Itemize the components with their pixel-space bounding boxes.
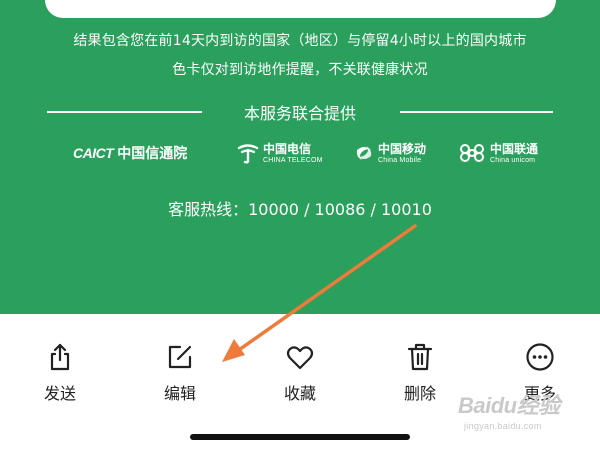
unicom-cn-name: 中国联通 bbox=[490, 141, 539, 156]
delete-label: 删除 bbox=[403, 384, 436, 403]
delete-button[interactable]: 删除 bbox=[380, 342, 460, 404]
watermark-sub-text: jingyan.baidu.com bbox=[464, 421, 542, 431]
more-options-icon bbox=[525, 342, 555, 372]
favorite-button[interactable]: 收藏 bbox=[260, 342, 340, 404]
itinerary-card-background: 结果包含您在前14天内到访的国家（地区）与停留4小时以上的国内城市 色卡仅对到访… bbox=[0, 0, 600, 314]
china-mobile-logo: 中国移动 China Mobile bbox=[353, 140, 426, 166]
unicom-en-name: China unicom bbox=[490, 156, 536, 164]
trash-icon bbox=[405, 342, 435, 372]
caict-mark: CAICT bbox=[73, 145, 114, 161]
telecom-en-name: CHINA TELECOM bbox=[263, 156, 323, 164]
caict-logo: CAICT 中国信通院 bbox=[73, 140, 187, 166]
mobile-cn-name: 中国移动 bbox=[378, 141, 427, 156]
divider-right bbox=[400, 111, 553, 113]
providers-heading-row: 本服务联合提供 bbox=[0, 100, 600, 124]
share-icon bbox=[45, 342, 75, 372]
edit-button[interactable]: 编辑 bbox=[140, 342, 220, 404]
result-scope-notice: 结果包含您在前14天内到访的国家（地区）与停留4小时以上的国内城市 bbox=[73, 33, 527, 49]
mobile-en-name: China Mobile bbox=[378, 156, 422, 164]
favorite-label: 收藏 bbox=[283, 384, 316, 403]
home-indicator[interactable] bbox=[190, 434, 410, 440]
china-telecom-icon bbox=[237, 144, 259, 164]
edit-label: 编辑 bbox=[163, 384, 196, 403]
customer-service-hotline: 客服热线：10000 / 10086 / 10010 bbox=[168, 200, 432, 219]
caict-name: 中国信通院 bbox=[117, 146, 188, 162]
color-card-disclaimer: 色卡仅对到访地作提醒，不关联健康状况 bbox=[172, 62, 428, 78]
china-mobile-icon bbox=[356, 146, 372, 160]
result-card-bottom bbox=[45, 0, 556, 18]
edit-icon bbox=[165, 342, 195, 372]
watermark-main-text: Baidu经验 bbox=[458, 393, 560, 418]
china-unicom-logo: 中国联通 China unicom bbox=[457, 140, 538, 166]
send-button[interactable]: 发送 bbox=[20, 342, 100, 404]
heart-icon bbox=[285, 342, 315, 372]
china-unicom-knot-icon bbox=[460, 144, 484, 162]
telecom-cn-name: 中国电信 bbox=[263, 141, 312, 156]
send-label: 发送 bbox=[43, 384, 76, 403]
china-telecom-logo: 中国电信 CHINA TELECOM bbox=[236, 140, 323, 166]
baidu-jingyan-watermark: Baidu经验 jingyan.baidu.com bbox=[458, 388, 598, 438]
